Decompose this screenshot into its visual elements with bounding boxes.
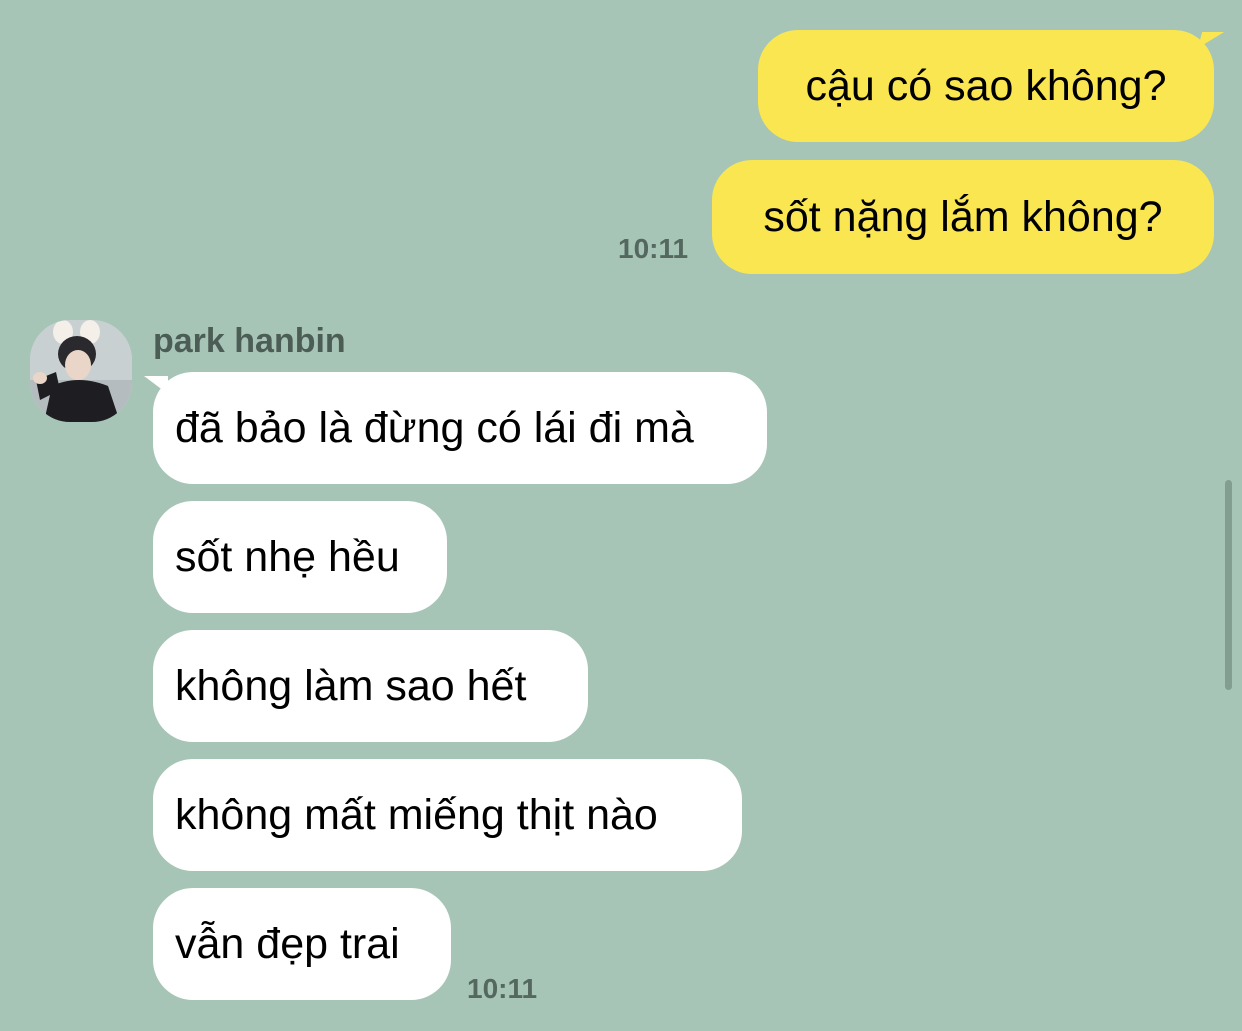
message-timestamp: 10:11 xyxy=(618,233,689,264)
avatar[interactable] xyxy=(30,320,132,422)
message-text: không làm sao hết xyxy=(175,661,527,710)
incoming-message[interactable]: đã bảo là đừng có lái đi mà xyxy=(153,372,767,484)
incoming-message[interactable]: không làm sao hết xyxy=(153,630,588,742)
scrollbar[interactable] xyxy=(1225,480,1232,690)
message-text: sốt nặng lắm không? xyxy=(763,192,1163,241)
message-text: sốt nhẹ hều xyxy=(175,532,400,581)
message-timestamp: 10:11 xyxy=(467,973,538,1004)
message-text: không mất miếng thịt nào xyxy=(175,790,658,839)
outgoing-message[interactable]: cậu có sao không? xyxy=(758,30,1214,142)
incoming-message[interactable]: vẫn đẹp trai xyxy=(153,888,451,1000)
incoming-message[interactable]: không mất miếng thịt nào xyxy=(153,759,742,871)
outgoing-message[interactable]: sốt nặng lắm không? xyxy=(712,160,1214,274)
message-text: đã bảo là đừng có lái đi mà xyxy=(175,403,694,452)
message-text: cậu có sao không? xyxy=(805,61,1167,110)
sender-name: park hanbin xyxy=(153,322,346,360)
message-text: vẫn đẹp trai xyxy=(175,919,400,968)
profile-photo-icon xyxy=(30,320,132,422)
incoming-message[interactable]: sốt nhẹ hều xyxy=(153,501,447,613)
